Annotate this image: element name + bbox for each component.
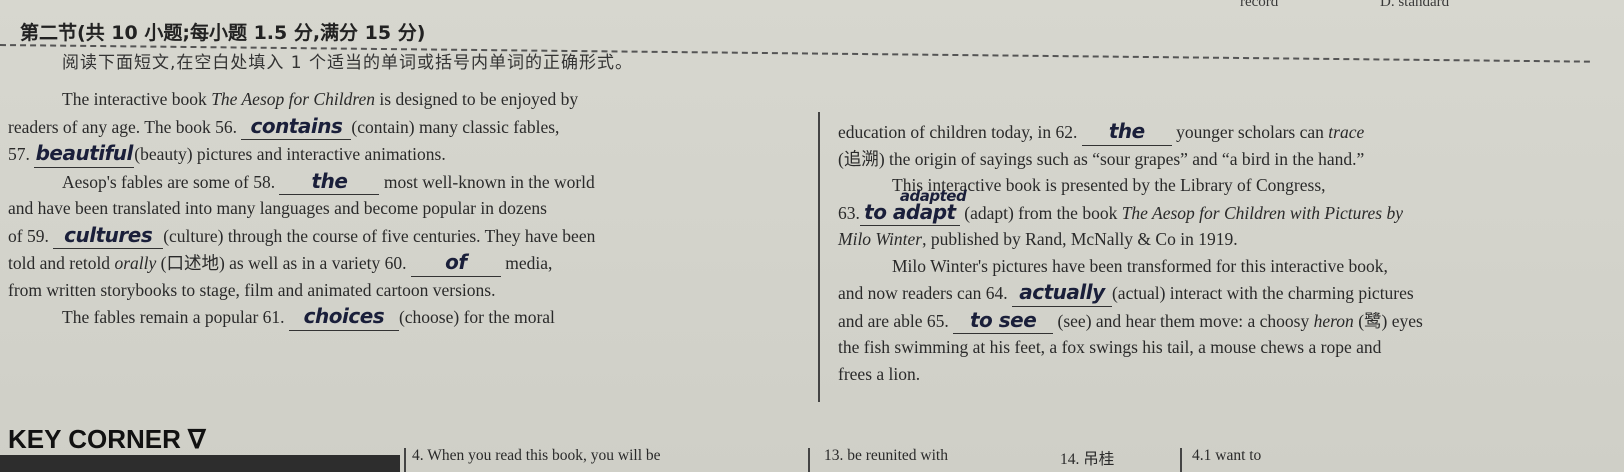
passage-line: and are able 65. to see (see) and hear t… — [838, 307, 1578, 334]
passage-line: Milo Winter, published by Rand, McNally … — [838, 229, 1238, 249]
key-item-4: 4. When you read this book, you will be — [412, 447, 661, 464]
section-title: 第二节(共 10 小题;每小题 1.5 分,满分 15 分) — [20, 22, 426, 44]
answer-63-correction: adapted — [899, 186, 967, 205]
footer-divider — [404, 448, 406, 472]
key-item-13: 13. be reunited with — [824, 447, 948, 464]
key-corner-heading: KEY CORNER ∇ — [8, 424, 206, 454]
footer-divider — [808, 448, 810, 472]
answer-60: of — [410, 249, 501, 277]
passage-line: The interactive book The Aesop for Child… — [62, 89, 579, 109]
passage-line: readers of any age. The book 56. contain… — [8, 113, 798, 140]
passage-line: told and retold orally (口述地) as well as … — [8, 249, 798, 277]
instruction-text: 阅读下面短文,在空白处填入 1 个适当的单词或括号内单词的正确形式。 — [62, 53, 634, 73]
passage-line: The fables remain a popular 61. choices(… — [8, 303, 798, 331]
answer-62: the — [1081, 118, 1172, 146]
passage-line: (追溯) the origin of sayings such as “sour… — [838, 148, 1365, 169]
answer-56: contains — [241, 113, 352, 140]
answer-58: the — [279, 168, 380, 195]
footer-divider — [1180, 448, 1182, 472]
answer-65: to see — [953, 307, 1054, 334]
passage-line: of 59. cultures (culture) through the cou… — [8, 222, 798, 249]
answer-63: to adapt adapted — [859, 187, 967, 226]
top-fragment-left: record — [1240, 0, 1279, 10]
passage-right-column: education of children today, in 62. the … — [838, 118, 1578, 387]
column-divider — [818, 112, 820, 402]
passage-line: the fish swimming at his feet, a fox swi… — [838, 337, 1382, 357]
answer-59: cultures — [53, 222, 164, 249]
passage-line: Aesop's fables are some of 58. the most … — [8, 168, 798, 195]
answer-61: choices — [288, 303, 399, 331]
passage-line: and have been translated into many langu… — [8, 198, 547, 218]
passage-line: education of children today, in 62. the … — [838, 118, 1578, 146]
top-fragment-right: D. standard — [1380, 0, 1450, 10]
passage-line: and now readers can 64. actually (actual)… — [838, 279, 1578, 307]
passage-line: frees a lion. — [838, 363, 921, 384]
passage-line: Milo Winter's pictures have been transfo… — [892, 255, 1388, 276]
passage-left-column: The interactive book The Aesop for Child… — [8, 86, 798, 331]
answer-57: beautiful — [34, 140, 135, 168]
passage-line: 63. to adapt adapted (adapt) from the book… — [838, 187, 1578, 226]
passage-line: 57. beautiful(beauty) pictures and inter… — [8, 140, 798, 168]
answer-64: actually — [1011, 279, 1112, 307]
key-item-14: 14. 吊桂 — [1060, 451, 1115, 468]
key-corner-bar — [0, 455, 400, 472]
passage-line: from written storybooks to stage, film a… — [8, 279, 496, 300]
key-item-last: 4.1 want to — [1192, 447, 1262, 464]
